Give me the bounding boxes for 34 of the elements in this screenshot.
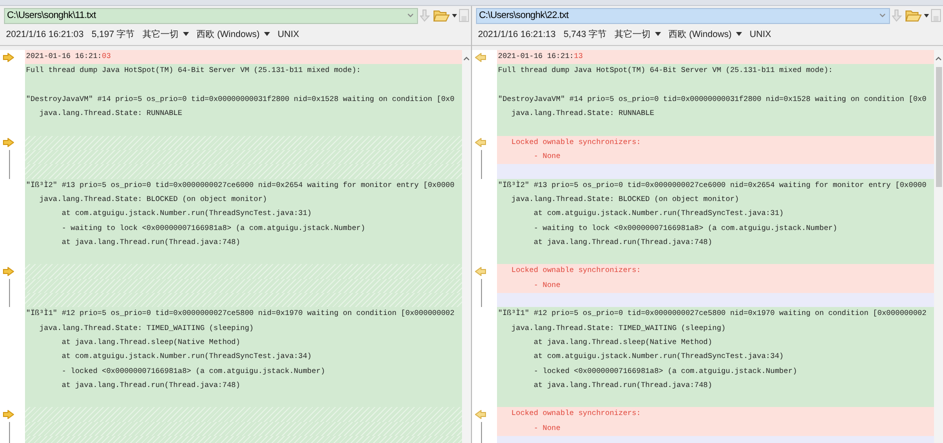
line-ending: UNIX <box>750 29 772 39</box>
chevron-down-icon[interactable] <box>879 13 886 18</box>
arrow-down-icon[interactable] <box>420 9 431 22</box>
arrow-right-icon[interactable] <box>3 138 14 148</box>
arrow-left-icon[interactable] <box>475 138 486 148</box>
chevron-up-icon[interactable] <box>935 56 942 61</box>
line-ending: UNIX <box>278 29 300 39</box>
arrow-right-icon[interactable] <box>3 52 14 62</box>
file-size: 5,197 字节 <box>92 28 135 40</box>
charset-dropdown[interactable]: 其它一切 <box>614 28 661 40</box>
scrollbar[interactable] <box>462 50 471 443</box>
arrow-right-icon[interactable] <box>3 267 14 276</box>
encoding-dropdown[interactable]: 西欧 (Windows) <box>668 28 742 40</box>
caret-icon[interactable] <box>654 32 661 36</box>
scrollbar[interactable] <box>934 50 943 443</box>
chevron-down-icon[interactable] <box>407 13 414 18</box>
caret-icon[interactable] <box>452 14 457 18</box>
file-timestamp: 2021/1/16 16:21:13 <box>478 29 556 39</box>
arrow-left-icon[interactable] <box>475 410 486 420</box>
file-path-field[interactable]: C:\Users\songhk\22.txt <box>476 8 890 24</box>
caret-icon[interactable] <box>736 32 742 36</box>
chevron-up-icon[interactable] <box>463 56 470 61</box>
charset-dropdown[interactable]: 其它一切 <box>142 28 189 40</box>
arrow-left-icon[interactable] <box>475 52 486 62</box>
caret-icon[interactable] <box>264 32 270 36</box>
arrow-left-icon[interactable] <box>475 267 486 276</box>
arrow-right-icon[interactable] <box>3 410 14 420</box>
file-size: 5,743 字节 <box>564 28 607 40</box>
caret-icon[interactable] <box>182 32 189 36</box>
file-timestamp: 2021/1/16 16:21:03 <box>6 29 84 39</box>
arrow-down-icon[interactable] <box>892 9 903 22</box>
caret-icon[interactable] <box>924 14 929 18</box>
file-path-field[interactable]: C:\Users\songhk\11.txt <box>4 8 418 24</box>
encoding-dropdown[interactable]: 西欧 (Windows) <box>196 28 270 40</box>
